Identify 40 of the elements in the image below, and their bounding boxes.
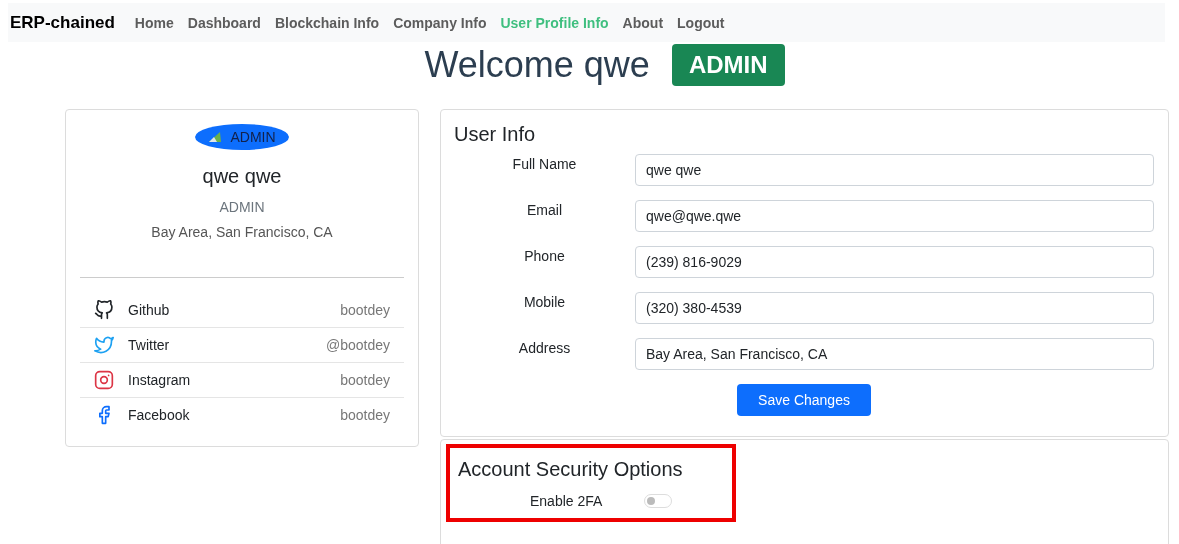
instagram-icon — [94, 370, 114, 390]
social-handle: @bootdey — [325, 337, 390, 353]
social-label: Facebook — [128, 407, 191, 423]
nav-link[interactable]: Logout — [677, 14, 725, 31]
nav-link[interactable]: Home — [134, 14, 174, 31]
avatar: ADMIN — [195, 124, 289, 150]
broken-image-icon — [208, 131, 223, 143]
social-label: Instagram — [128, 372, 192, 388]
bird-icon — [94, 335, 114, 355]
field-label: Full Name — [511, 155, 578, 174]
input-field[interactable]: qwe@qwe.qwe — [635, 200, 1154, 232]
social-handle: bootdey — [340, 372, 390, 388]
social-handle: bootdey — [340, 302, 390, 318]
save-changes-button[interactable]: Save Changes — [737, 384, 871, 416]
social-label: Twitter — [128, 337, 171, 353]
nav-link[interactable]: Company Info — [393, 14, 487, 31]
nav-link[interactable]: Dashboard — [187, 14, 261, 31]
role-badge: ADMIN — [671, 44, 785, 86]
field-label: Email — [526, 201, 563, 220]
profile-name: qwe qwe — [202, 165, 282, 188]
field-label: Mobile — [522, 293, 567, 312]
social-handle: bootdey — [340, 407, 390, 423]
brand-link[interactable]: ERP-chained — [10, 12, 115, 33]
nav-link[interactable]: About — [622, 14, 664, 31]
social-label: Github — [128, 302, 171, 318]
input-field[interactable]: Bay Area, San Francisco, CA — [635, 338, 1154, 370]
input-field[interactable]: (320) 380-4539 — [635, 292, 1154, 324]
nav-link[interactable]: Blockchain Info — [274, 14, 380, 31]
github-icon — [94, 300, 114, 320]
card-title: Account Security Options — [458, 458, 684, 481]
field-label: Address — [517, 339, 572, 358]
card-title: User Info — [454, 123, 537, 146]
input-field[interactable]: (239) 816-9029 — [635, 246, 1154, 278]
field-label: Phone — [523, 247, 566, 266]
input-field[interactable]: qwe qwe — [635, 154, 1154, 186]
profile-role: ADMIN — [219, 199, 265, 215]
toggle-switch[interactable] — [644, 494, 673, 508]
option-label: Enable 2FA — [530, 493, 603, 509]
profile-location: Bay Area, San Francisco, CA — [151, 224, 333, 240]
welcome-title: Welcome qwe — [424, 44, 650, 86]
